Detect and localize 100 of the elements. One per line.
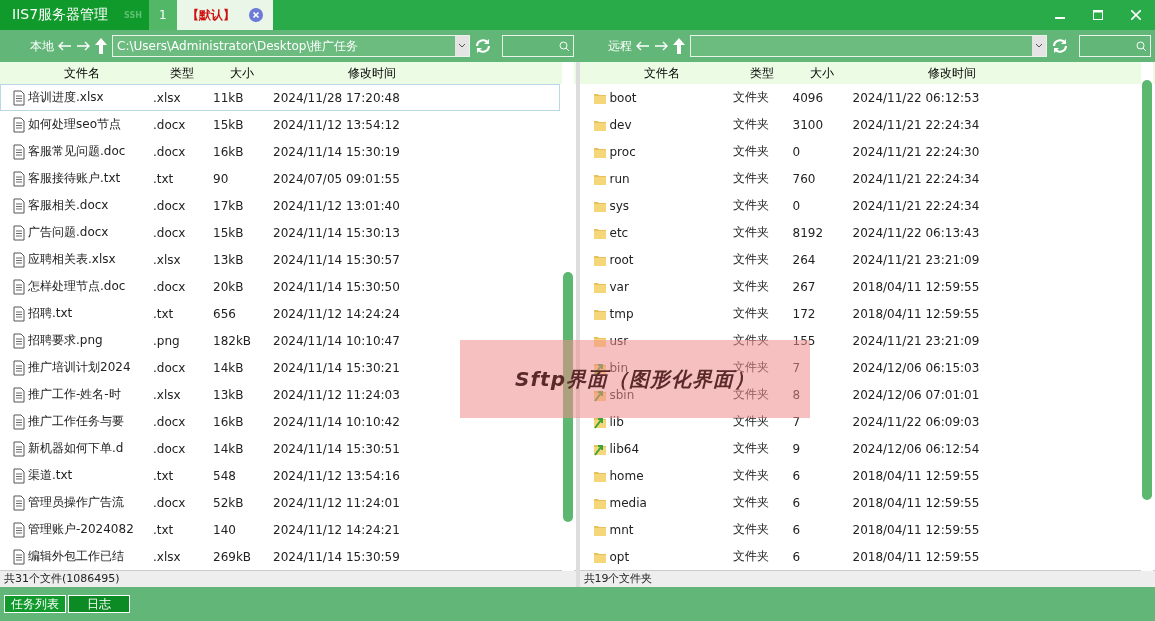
file-size: 760	[792, 171, 817, 186]
refresh-icon[interactable]	[1051, 37, 1069, 55]
maximize-icon[interactable]	[1093, 10, 1103, 20]
modified-time: 2018/04/11 12:59:55	[852, 306, 981, 321]
modified-time: 2024/11/21 22:24:34	[852, 117, 981, 132]
file-size: 3100	[792, 117, 825, 132]
search-field[interactable]	[1079, 35, 1151, 57]
column-header[interactable]: 大小	[212, 64, 272, 82]
scrollbar[interactable]	[1141, 62, 1153, 571]
file-row[interactable]: 如何处理seo节点 .docx 15kB 2024/11/12 13:54:12	[0, 111, 560, 138]
modified-time: 2024/11/22 06:09:03	[852, 414, 981, 429]
file-size: 52kB	[213, 495, 245, 510]
status-bar: 共19个文件夹	[579, 570, 1155, 587]
location-label: 远程	[607, 37, 632, 55]
panel-tab[interactable]: 日志	[68, 595, 130, 613]
file-row[interactable]: 应聘相关表.xlsx .xlsx 13kB 2024/11/14 15:30:57	[0, 246, 560, 273]
file-size: 267	[792, 279, 817, 294]
close-icon[interactable]	[248, 8, 263, 22]
file-type: .docx	[153, 225, 187, 240]
file-name: 推广工作任务与要	[28, 413, 124, 430]
document-icon	[13, 116, 25, 133]
file-name: 招聘要求.png	[28, 332, 103, 349]
modified-time: 2018/04/11 12:59:55	[852, 468, 981, 483]
modified-time: 2024/11/22 06:13:43	[852, 225, 981, 240]
file-name: dev	[609, 117, 632, 132]
column-header[interactable]: 文件名	[591, 64, 732, 82]
file-size: 155	[792, 333, 817, 348]
column-header[interactable]: 修改时间	[272, 64, 472, 82]
file-row[interactable]: 客服相关.docx .docx 17kB 2024/11/12 13:01:40	[0, 192, 560, 219]
file-size: 14kB	[213, 441, 245, 456]
file-size: 6	[792, 468, 802, 483]
file-row[interactable]: 怎样处理节点.doc .docx 20kB 2024/11/14 15:30:50	[0, 273, 560, 300]
dropdown-caret-icon[interactable]	[457, 43, 466, 49]
modified-time: 2024/11/21 23:21:09	[852, 252, 981, 267]
file-type: 文件夹	[732, 521, 770, 538]
file-name: 管理员操作广告流	[28, 494, 124, 511]
modified-time: 2018/04/11 12:59:55	[852, 495, 981, 510]
column-header[interactable]: 文件名	[12, 64, 152, 82]
file-type: 文件夹	[732, 494, 770, 511]
file-row[interactable]: 客服接待账户.txt .txt 90 2024/07/05 09:01:55	[0, 165, 560, 192]
close-window-icon[interactable]	[1131, 10, 1141, 20]
modified-time: 2024/11/14 15:30:59	[273, 549, 401, 564]
file-size: 15kB	[213, 117, 245, 132]
file-type: .xlsx	[153, 90, 182, 105]
back-arrow-icon[interactable]	[58, 41, 72, 51]
file-type: 文件夹	[732, 440, 770, 457]
file-name: 应聘相关表.xlsx	[28, 251, 116, 268]
modified-time: 2024/11/12 11:24:01	[273, 495, 401, 510]
file-row[interactable]: 招聘.txt .txt 656 2024/11/12 14:24:24	[0, 300, 560, 327]
column-header[interactable]: 类型	[731, 64, 792, 82]
file-type: 文件夹	[732, 116, 770, 133]
file-row[interactable]: 渠道.txt .txt 548 2024/11/12 13:54:16	[0, 462, 560, 489]
refresh-icon[interactable]	[473, 37, 492, 55]
modified-time: 2024/12/06 06:12:54	[852, 441, 981, 456]
file-row[interactable]: 推广工作任务与要 .docx 16kB 2024/11/14 10:10:42	[0, 408, 560, 435]
document-icon	[13, 467, 25, 484]
file-row[interactable]: 管理员操作广告流 .docx 52kB 2024/11/12 11:24:01	[0, 489, 560, 516]
forward-arrow-icon[interactable]	[653, 41, 668, 51]
file-size: 0	[792, 144, 802, 159]
file-size: 14kB	[213, 360, 245, 375]
file-row[interactable]: 管理账户-2024082 .txt 140 2024/11/12 14:24:21	[0, 516, 560, 543]
document-icon	[13, 305, 25, 322]
file-name: proc	[609, 144, 636, 159]
modified-time: 2024/11/21 22:24:30	[852, 144, 981, 159]
modified-time: 2024/07/05 09:01:55	[273, 171, 401, 186]
modified-time: 2018/04/11 12:59:55	[852, 522, 981, 537]
file-row[interactable]: 编辑外包工作已结 .xlsx 269kB 2024/11/14 15:30:59	[0, 543, 560, 570]
forward-arrow-icon[interactable]	[76, 41, 90, 51]
column-header[interactable]: 大小	[791, 64, 852, 82]
file-type: 文件夹	[732, 224, 770, 241]
panel-tab[interactable]: 任务列表	[4, 595, 66, 613]
file-type: 文件夹	[732, 89, 770, 106]
file-name: 管理账户-2024082	[28, 521, 134, 538]
file-name: 推广工作-姓名-时	[28, 386, 121, 403]
file-type: 文件夹	[732, 305, 770, 322]
back-arrow-icon[interactable]	[635, 41, 650, 51]
search-field[interactable]	[501, 35, 574, 57]
dropdown-caret-icon[interactable]	[1035, 43, 1043, 49]
file-name: media	[609, 495, 647, 510]
modified-time: 2024/11/12 13:54:16	[273, 468, 401, 483]
up-arrow-icon[interactable]	[671, 37, 686, 55]
file-row[interactable]: 培训进度.xlsx .xlsx 11kB 2024/11/28 17:20:48	[0, 84, 560, 111]
document-icon	[13, 494, 25, 511]
up-arrow-icon[interactable]	[94, 37, 108, 55]
file-row[interactable]: 新机器如何下单.d .docx 14kB 2024/11/14 15:30:51	[0, 435, 560, 462]
file-row[interactable]: 广告问题.docx .docx 15kB 2024/11/14 15:30:13	[0, 219, 560, 246]
session-tab[interactable]: 【默认】	[176, 0, 273, 30]
file-name: sys	[609, 198, 630, 213]
file-name: lib	[609, 414, 624, 429]
path-field[interactable]	[689, 35, 1047, 57]
document-icon	[13, 278, 25, 295]
file-size: 13kB	[213, 252, 245, 267]
file-row[interactable]: 招聘要求.png .png 182kB 2024/11/14 10:10:47	[0, 327, 560, 354]
file-size: 6	[792, 549, 802, 564]
modified-time: 2024/11/14 15:30:21	[273, 360, 401, 375]
file-name: mnt	[609, 522, 634, 537]
column-header[interactable]: 类型	[152, 64, 212, 82]
column-header[interactable]: 修改时间	[851, 64, 1052, 82]
file-name: etc	[609, 225, 629, 240]
file-row[interactable]: 客服常见问题.doc .docx 16kB 2024/11/14 15:30:19	[0, 138, 560, 165]
